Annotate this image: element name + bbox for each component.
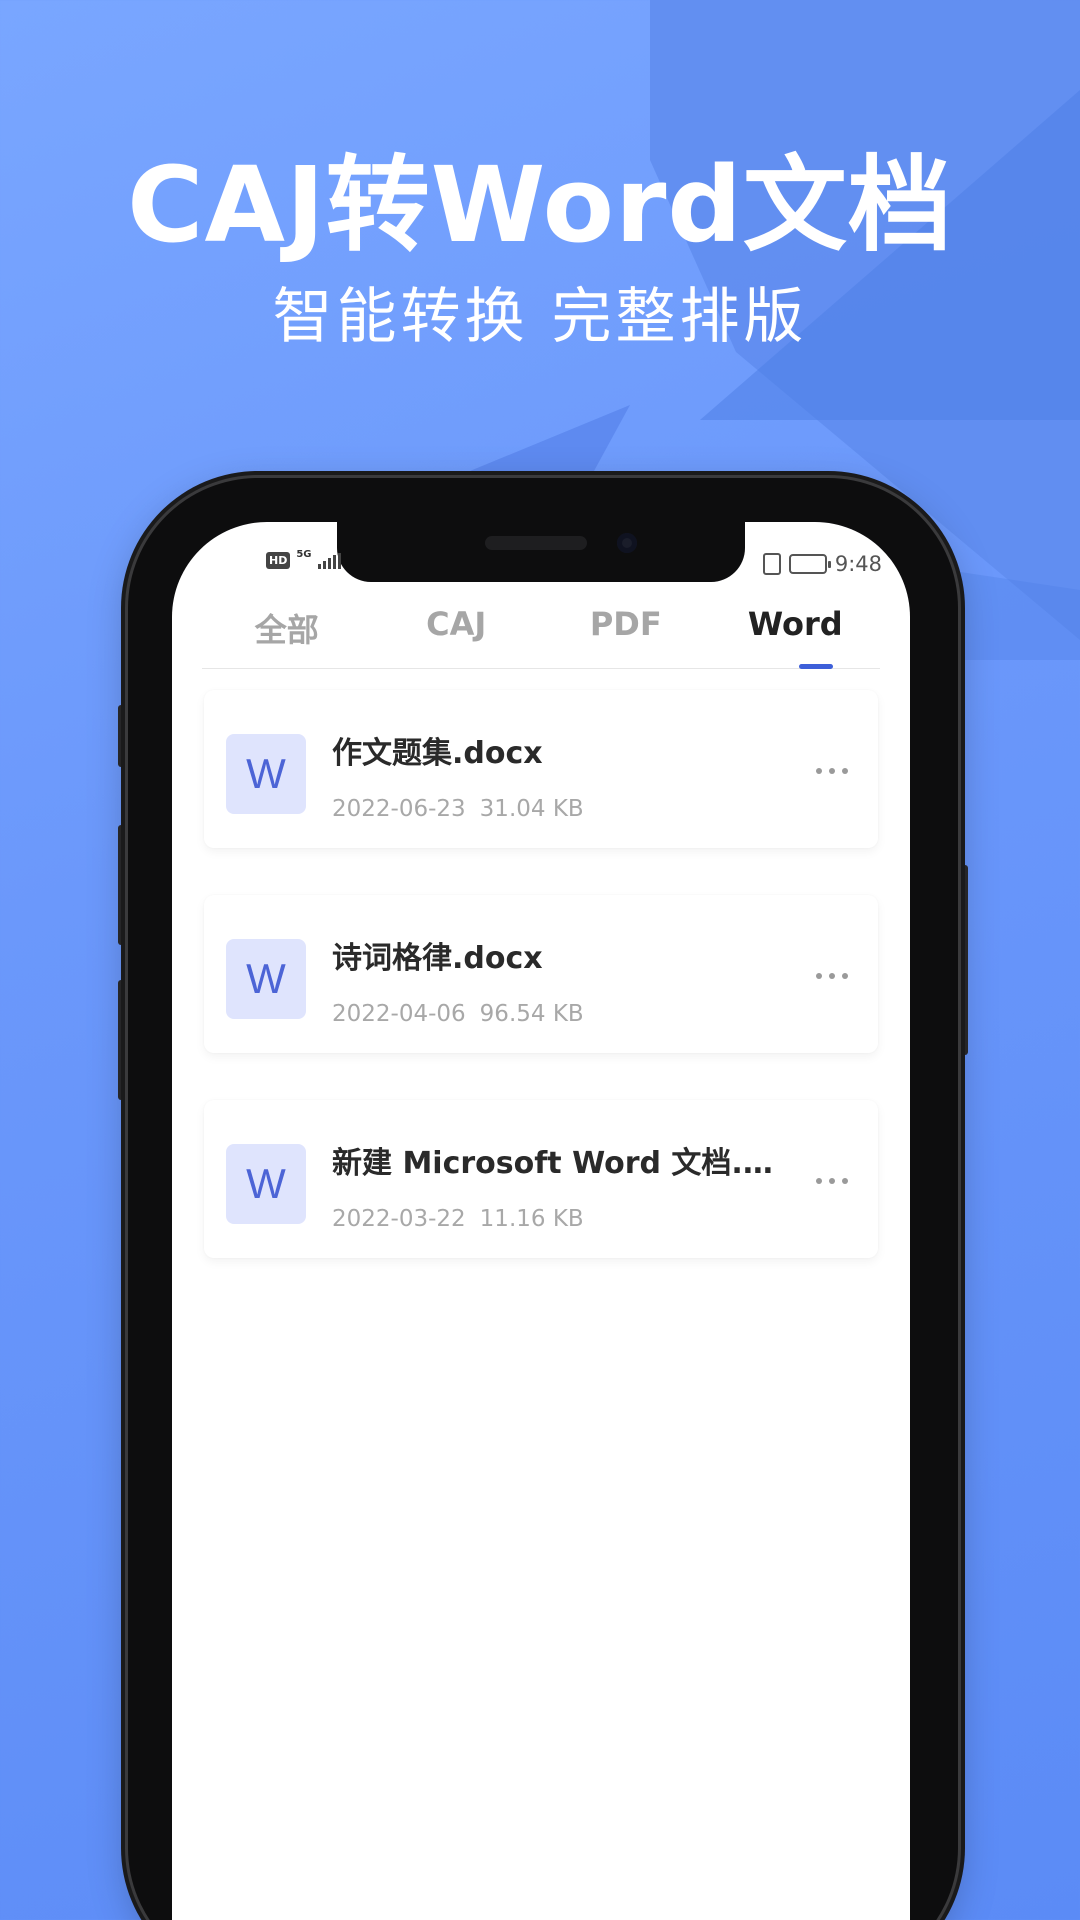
file-name: 诗词格律.docx <box>332 941 543 976</box>
file-date: 2022-03-22 <box>332 1206 466 1232</box>
file-meta: 2022-06-23 31.04 KB <box>332 796 584 822</box>
phone-screen: HD 5G 9:48 全部 CAJ PDF Word W 作文题集.docx 2… <box>172 522 910 1920</box>
tab-all[interactable]: 全部 <box>202 597 372 668</box>
more-options-icon[interactable] <box>816 768 848 774</box>
vibrate-icon <box>762 553 781 575</box>
status-bar-right: 9:48 <box>762 552 882 576</box>
camera-icon <box>617 533 637 553</box>
file-name: 新建 Microsoft Word 文档.d... <box>332 1146 792 1181</box>
more-options-icon[interactable] <box>816 1178 848 1184</box>
list-item[interactable]: W 作文题集.docx 2022-06-23 31.04 KB <box>204 690 878 848</box>
tab-word[interactable]: Word <box>711 597 881 669</box>
file-date: 2022-04-06 <box>332 1001 466 1027</box>
file-meta: 2022-03-22 11.16 KB <box>332 1206 584 1232</box>
promo-title: CAJ转Word文档 <box>127 144 953 266</box>
tab-label: 全部 <box>254 611 319 649</box>
word-file-icon: W <box>226 1144 306 1224</box>
battery-icon <box>788 554 831 574</box>
tab-pdf[interactable]: PDF <box>541 597 711 668</box>
hd-badge: HD <box>266 552 291 569</box>
active-tab-indicator <box>799 664 834 669</box>
promo-subtitle: 智能转换 完整排版 <box>272 282 808 352</box>
list-item[interactable]: W 诗词格律.docx 2022-04-06 96.54 KB <box>204 895 878 1053</box>
status-time: 9:48 <box>834 552 882 576</box>
phone-side-button <box>118 705 128 767</box>
phone-side-button <box>958 865 968 1055</box>
file-size: 11.16 KB <box>479 1206 584 1232</box>
speaker-grille <box>485 536 587 550</box>
file-list: W 作文题集.docx 2022-06-23 31.04 KB W 诗词格律.do… <box>204 690 878 1305</box>
tab-label: PDF <box>589 605 662 643</box>
phone-side-button <box>118 980 128 1100</box>
phone-side-button <box>118 825 128 945</box>
signal-icon <box>317 552 341 569</box>
tab-caj[interactable]: CAJ <box>372 597 542 668</box>
file-name: 作文题集.docx <box>332 736 543 771</box>
file-date: 2022-06-23 <box>332 796 466 822</box>
status-bar-left: HD 5G <box>266 549 341 569</box>
more-options-icon[interactable] <box>816 973 848 979</box>
word-file-icon: W <box>226 939 306 1019</box>
file-size: 96.54 KB <box>479 1001 584 1027</box>
tab-label: CAJ <box>426 605 487 643</box>
file-size: 31.04 KB <box>479 796 584 822</box>
word-file-icon: W <box>226 734 306 814</box>
list-item[interactable]: W 新建 Microsoft Word 文档.d... 2022-03-22 11… <box>204 1100 878 1258</box>
file-type-tabs: 全部 CAJ PDF Word <box>202 597 880 669</box>
file-meta: 2022-04-06 96.54 KB <box>332 1001 584 1027</box>
phone-notch <box>337 522 745 582</box>
network-label: 5G <box>296 549 312 560</box>
tab-label: Word <box>747 605 843 643</box>
